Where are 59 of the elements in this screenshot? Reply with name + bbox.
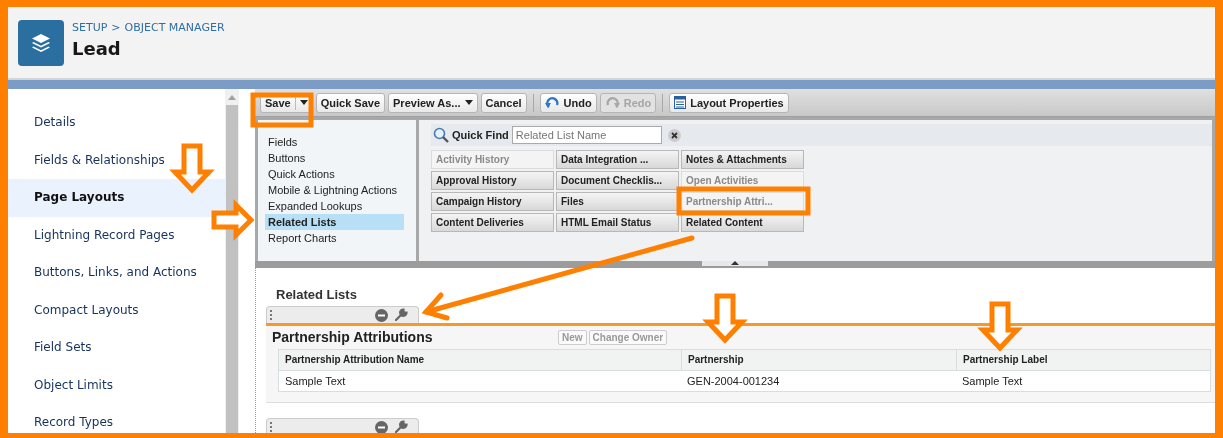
- related-list-item[interactable]: Data Integration ...: [556, 150, 679, 169]
- caret-icon: [299, 100, 308, 105]
- sidebar-item[interactable]: Buttons, Links, and Actions: [8, 254, 225, 292]
- palette-category[interactable]: Buttons: [265, 150, 404, 166]
- palette-category[interactable]: Related Lists: [265, 214, 404, 230]
- remove-icon[interactable]: [375, 308, 388, 322]
- page-title: Lead: [72, 37, 122, 59]
- toolbar-button[interactable]: Quick Save: [315, 92, 386, 113]
- clear-icon[interactable]: [667, 128, 681, 142]
- sidebar-item[interactable]: Object Limits: [8, 366, 225, 404]
- table-cell-text: Sample Text: [961, 374, 1024, 389]
- breadcrumb-separator: >: [111, 20, 121, 34]
- palette-category[interactable]: Expanded Lookups: [265, 198, 404, 214]
- related-list-handle[interactable]: [266, 306, 419, 323]
- highlight-frame: [250, 92, 314, 128]
- caret-icon: [464, 100, 473, 105]
- related-list-item[interactable]: Approval History: [431, 171, 554, 190]
- sidebar-item[interactable]: Fields & Relationships: [8, 141, 225, 179]
- undo-icon: [544, 96, 560, 109]
- related-list-item[interactable]: Campaign History: [431, 192, 554, 211]
- related-list-item[interactable]: Notes & Attachments: [681, 150, 804, 169]
- down-arrow-icon: [169, 143, 215, 194]
- quick-find-label: Quick Find: [452, 129, 509, 141]
- remove-icon[interactable]: [375, 420, 388, 433]
- sidebar-item[interactable]: Lightning Record Pages: [8, 216, 225, 254]
- wrench-icon[interactable]: [394, 308, 408, 322]
- toolbar-button[interactable]: Cancel: [480, 92, 527, 113]
- layers-icon: [18, 19, 64, 66]
- sidebar-item[interactable]: Details: [8, 104, 225, 142]
- table-cell-text: Sample Text: [284, 374, 347, 389]
- related-list-handle[interactable]: [266, 418, 419, 433]
- table-icon: [674, 96, 687, 109]
- related-list-item[interactable]: Files: [556, 192, 679, 211]
- redo-icon: [604, 96, 620, 109]
- palette-category[interactable]: Report Charts: [265, 230, 404, 246]
- toolbar-button[interactable]: Layout Properties: [669, 92, 789, 113]
- table-cell-text: GEN-2004-001234: [686, 374, 781, 389]
- section-title: Related Lists: [275, 288, 358, 302]
- related-list-item[interactable]: Content Deliveries: [431, 213, 554, 232]
- sidebar-item[interactable]: Compact Layouts: [8, 291, 225, 329]
- sidebar-item[interactable]: Page Layouts: [8, 179, 225, 217]
- palette-category[interactable]: Fields: [265, 134, 404, 150]
- wrench-icon[interactable]: [394, 420, 408, 433]
- palette-category[interactable]: Mobile & Lightning Actions: [265, 182, 404, 198]
- related-list-title: Partnership Attributions: [272, 329, 434, 345]
- column-header: Partnership Attribution Name: [284, 353, 426, 367]
- toolbar-button[interactable]: Preview As...: [388, 92, 478, 113]
- sidebar-item[interactable]: Field Sets: [8, 329, 225, 367]
- related-list-item[interactable]: Document Checklis...: [556, 171, 679, 190]
- palette-category[interactable]: Quick Actions: [265, 166, 404, 182]
- scrollbar[interactable]: [225, 89, 239, 433]
- sidebar-item[interactable]: Record Types: [8, 404, 225, 433]
- breadcrumb-link[interactable]: OBJECT MANAGER: [124, 20, 225, 34]
- toolbar-button[interactable]: Undo: [539, 92, 597, 113]
- breadcrumb-link[interactable]: SETUP: [72, 20, 108, 34]
- quick-find-field[interactable]: Related List Name: [511, 126, 662, 144]
- column-header: Partnership: [681, 350, 956, 370]
- resize-handle[interactable]: [702, 261, 768, 266]
- related-list-item[interactable]: HTML Email Status: [556, 213, 679, 232]
